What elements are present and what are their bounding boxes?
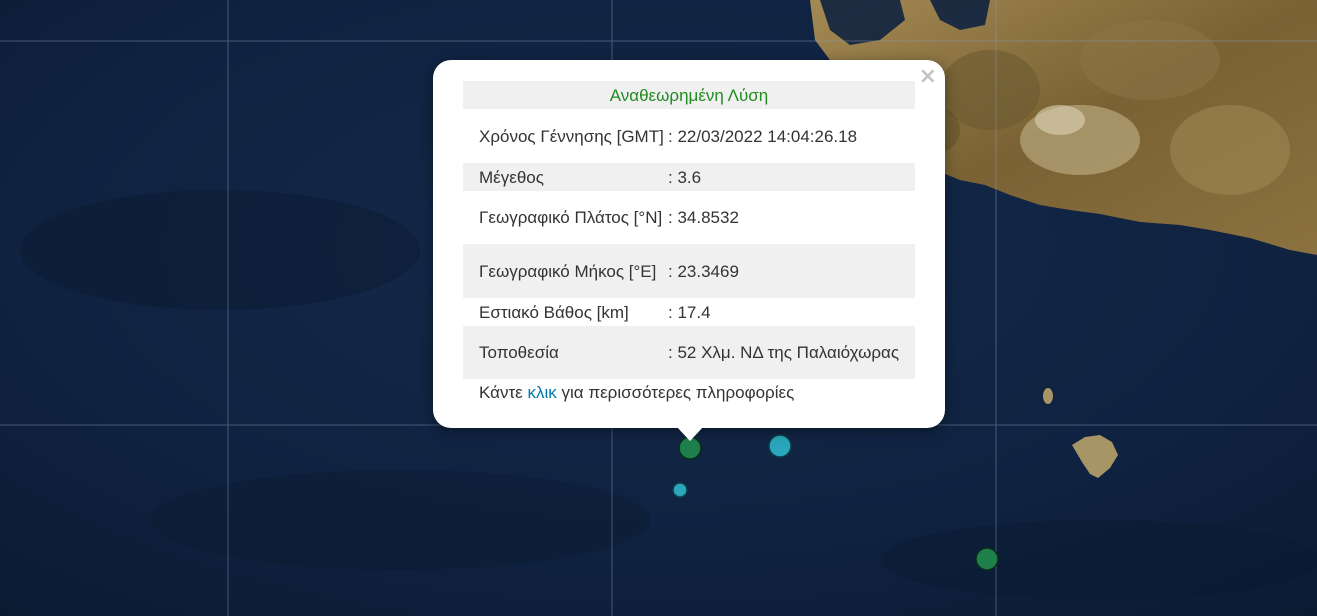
deep-sea-patch (880, 520, 1317, 600)
terrain-shading (1080, 20, 1220, 100)
popup-title-row: Αναθεωρημένη Λύση (463, 81, 915, 109)
more-info-suffix: για περισσότερες πληροφορίες (561, 383, 795, 402)
longitude-label: Γεωγραφικό Μήκος [°E] (463, 244, 666, 298)
table-row: Μέγεθος : 3.6 (463, 163, 915, 191)
location-value: : 52 Χλμ. ΝΔ της Παλαιόχωρας (666, 326, 915, 379)
mountain-shading (1035, 105, 1085, 135)
quake-marker-large[interactable] (768, 434, 792, 458)
quake-marker-east[interactable] (975, 547, 999, 571)
deep-sea-patch (150, 470, 650, 570)
quake-marker-small[interactable] (672, 482, 688, 498)
more-info-link[interactable]: κλικ (528, 383, 557, 402)
deep-sea-patch (20, 190, 420, 310)
more-info-prefix: Κάντε (479, 383, 523, 402)
magnitude-value: : 3.6 (666, 163, 915, 191)
depth-label: Εστιακό Βάθος [km] (479, 302, 629, 322)
latitude-label: Γεωγραφικό Πλάτος [°N] (479, 208, 663, 227)
terrain-shading (1170, 105, 1290, 195)
popup-tip (676, 426, 704, 441)
close-icon[interactable]: × (919, 66, 937, 88)
earthquake-popup: × Αναθεωρημένη Λύση Χρόνος Γέννησης [GMT… (433, 60, 945, 428)
depth-value: : 17.4 (668, 302, 711, 322)
table-row: Γεωγραφικό Μήκος [°E] : 23.3469 (463, 244, 915, 298)
islet (1043, 388, 1053, 404)
table-row: Γεωγραφικό Πλάτος [°N] : 34.8532 (463, 191, 915, 244)
latitude-value: : 34.8532 (668, 208, 739, 227)
origin-time-value: : 22/03/2022 14:04:26.18 (668, 126, 858, 146)
magnitude-label: Μέγεθος (463, 163, 666, 191)
table-row: Εστιακό Βάθος [km] : 17.4 (463, 298, 915, 326)
table-row: Τοποθεσία : 52 Χλμ. ΝΔ της Παλαιόχωρας (463, 326, 915, 379)
more-info-text: Κάντε κλικ για περισσότερες πληροφορίες (479, 380, 794, 405)
longitude-value: : 23.3469 (666, 244, 915, 298)
earthquake-info-table: Αναθεωρημένη Λύση Χρόνος Γέννησης [GMT] … (463, 81, 915, 379)
origin-time-label: Χρόνος Γέννησης [GMT] (479, 126, 664, 146)
location-label: Τοποθεσία (463, 326, 666, 379)
table-row: Χρόνος Γέννησης [GMT] : 22/03/2022 14:04… (463, 109, 915, 163)
popup-title: Αναθεωρημένη Λύση (463, 81, 915, 109)
